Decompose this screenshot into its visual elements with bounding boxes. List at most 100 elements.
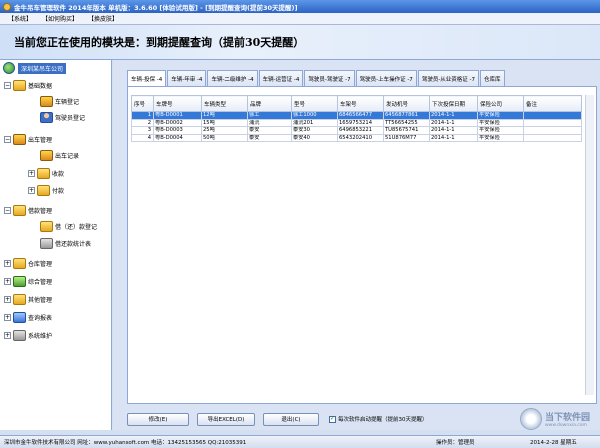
col-header[interactable]: 保险公司: [477, 95, 524, 112]
menu-change-skin[interactable]: 【换皮肤】: [86, 14, 120, 23]
tree-node-loan-stats[interactable]: 借还款统计表: [40, 238, 91, 249]
table-cell: 粤B-D0001: [153, 111, 202, 120]
collapse-icon[interactable]: −: [4, 136, 11, 143]
col-header[interactable]: 车辆类型: [201, 95, 248, 112]
sidebar-root[interactable]: 深圳某吊车公司: [0, 60, 111, 76]
table-cell: 2014-1-1: [429, 126, 478, 135]
tree-label: 出车记录: [55, 153, 80, 160]
col-header[interactable]: 车牌号: [153, 95, 202, 112]
startup-reminder-checkbox[interactable]: 每次软件启动提醒（提前30天提醒）: [329, 415, 428, 423]
col-header[interactable]: 序号: [131, 95, 154, 112]
status-company: 深圳市金牛软件技术有限公司 网址：www.yuhansoft.com 电话：13…: [4, 440, 247, 446]
tab-vehicle-maintenance[interactable]: 车辆-二级维护 -4: [207, 70, 258, 86]
tree-node-receipts[interactable]: + 收款: [28, 168, 64, 179]
tree-node-loan-register[interactable]: 借（还）款登记: [40, 221, 97, 232]
col-header[interactable]: 车架号: [337, 95, 384, 112]
modify-button[interactable]: 修改(E): [127, 412, 189, 426]
general-icon: [13, 276, 26, 287]
tree-node-dispatch-record[interactable]: 出车记录: [40, 150, 79, 161]
table-cell: 徐工: [247, 111, 292, 120]
expand-icon[interactable]: +: [28, 170, 35, 177]
table-cell: 6456877861: [383, 111, 430, 120]
tree-node-payments[interactable]: + 付款: [28, 185, 64, 196]
table-cell: 粤B-D0004: [153, 133, 202, 142]
table-cell: 泰安: [247, 133, 292, 142]
tab-driver-license[interactable]: 驾驶员-驾驶证 -7: [304, 70, 355, 86]
table-cell: 50吨: [201, 133, 248, 142]
watermark-url: www.downxia.com: [545, 423, 587, 428]
tree-node-reports[interactable]: + 查询报表: [4, 312, 52, 323]
expand-icon[interactable]: +: [4, 260, 11, 267]
expand-icon[interactable]: +: [4, 296, 11, 303]
tab-strip: 车辆-投保 -4 车辆-年审 -4 车辆-二级维护 -4 车辆-运营证 -4 驾…: [127, 70, 597, 87]
tree-label: 查询报表: [28, 315, 53, 322]
table-cell: 浦沅201: [291, 118, 338, 127]
table-cell: 徐工1000: [291, 111, 338, 120]
col-header[interactable]: 型号: [291, 95, 338, 112]
table-cell: 25吨: [201, 126, 248, 135]
module-banner: 当前您正在使用的模块是：到期提醒查询（提前30天提醒）: [0, 25, 600, 60]
expand-icon[interactable]: +: [4, 332, 11, 339]
table-cell: TT56654255: [383, 118, 430, 127]
tab-vehicle-insurance[interactable]: 车辆-投保 -4: [127, 70, 167, 87]
col-header[interactable]: 下次投保日期: [429, 95, 478, 112]
tab-warehouse[interactable]: 仓库库: [480, 70, 505, 86]
table-cell: 泰安40: [291, 133, 338, 142]
col-header[interactable]: 发动机号: [383, 95, 430, 112]
tree-node-system[interactable]: + 系统维护: [4, 330, 52, 341]
col-header[interactable]: 备注: [523, 95, 582, 112]
expand-icon[interactable]: +: [28, 187, 35, 194]
table-cell: 泰安30: [291, 126, 338, 135]
tree-label: 付款: [52, 188, 65, 195]
tree-label: 借（还）款登记: [55, 224, 98, 231]
tools-icon: [13, 294, 26, 305]
exit-button[interactable]: 退出(C): [263, 412, 319, 426]
table-row[interactable]: 4 粤B-D0004 50吨 泰安 泰安40 6543202410 51U876…: [131, 133, 582, 142]
table-cell: 1: [131, 111, 154, 120]
tree-node-general[interactable]: + 综合管理: [4, 276, 52, 287]
tree-label: 综合管理: [28, 279, 53, 286]
tab-driver-operation-cert[interactable]: 驾驶员-上车操作证 -7: [355, 70, 417, 86]
tree-node-other[interactable]: + 其他管理: [4, 294, 52, 305]
banner-title: 当前您正在使用的模块是：到期提醒查询（提前30天提醒）: [14, 36, 305, 49]
collapse-icon[interactable]: −: [4, 207, 11, 214]
tree-label: 驾驶员登记: [55, 115, 86, 122]
loan-icon: [13, 205, 26, 216]
tab-vehicle-inspection[interactable]: 车辆-年审 -4: [167, 70, 207, 86]
tab-vehicle-operating-permit[interactable]: 车辆-运营证 -4: [258, 70, 304, 86]
folder-icon: [37, 168, 50, 179]
table-cell: 3: [131, 126, 154, 135]
checkbox-box[interactable]: [329, 415, 336, 423]
tree-node-loans[interactable]: − 借款管理: [4, 205, 52, 216]
tab-driver-qualification[interactable]: 驾驶员-从业资格证 -7: [417, 70, 480, 86]
menu-how-to-buy[interactable]: 【如何购买】: [40, 14, 80, 23]
collapse-icon[interactable]: −: [4, 82, 11, 89]
results-panel: 序号 车牌号 车辆类型 品牌 型号 车架号 发动机号 下次投保日期 保险公司 备…: [127, 86, 597, 404]
tree-node-vehicle-register[interactable]: 车辆登记: [40, 96, 79, 107]
loan-icon: [40, 221, 53, 232]
table-row[interactable]: 1 粤B-D0001 12吨 徐工 徐工1000 6846566477 6456…: [131, 111, 582, 120]
vertical-scrollbar[interactable]: [585, 95, 594, 395]
table-cell: 6543202410: [337, 133, 384, 142]
col-header[interactable]: 品牌: [247, 95, 292, 112]
watermark-logo-icon: [520, 408, 542, 430]
tree-node-driver-register[interactable]: 驾驶员登记: [40, 112, 85, 123]
table-cell: [523, 126, 582, 135]
sidebar: 深圳某吊车公司 − 基础数据 车辆登记 驾驶员登记 − 出车管理 出车记录 + …: [0, 60, 112, 430]
export-excel-button[interactable]: 导出EXCEL(D): [197, 412, 255, 426]
table-cell: [523, 118, 582, 127]
tree-label: 收款: [52, 171, 65, 178]
expand-icon[interactable]: +: [4, 314, 11, 321]
table-row[interactable]: 3 粤B-D0003 25吨 泰安 泰安30 6496853221 TU8567…: [131, 126, 582, 135]
table-cell: 1659753214: [337, 118, 384, 127]
tree-node-warehouse[interactable]: + 仓库管理: [4, 258, 52, 269]
menu-system[interactable]: 【系统】: [6, 14, 34, 23]
expand-icon[interactable]: +: [4, 278, 11, 285]
table-cell: 6496853221: [337, 126, 384, 135]
table-cell: 粤B-D0003: [153, 126, 202, 135]
tree-node-dispatch[interactable]: − 出车管理: [4, 134, 52, 145]
settings-icon: [13, 330, 26, 341]
table-row[interactable]: 2 粤B-D0002 15吨 浦沅 浦沅201 1659753214 TT566…: [131, 118, 582, 127]
tree-node-basic-data[interactable]: − 基础数据: [4, 80, 52, 91]
folder-icon: [37, 185, 50, 196]
